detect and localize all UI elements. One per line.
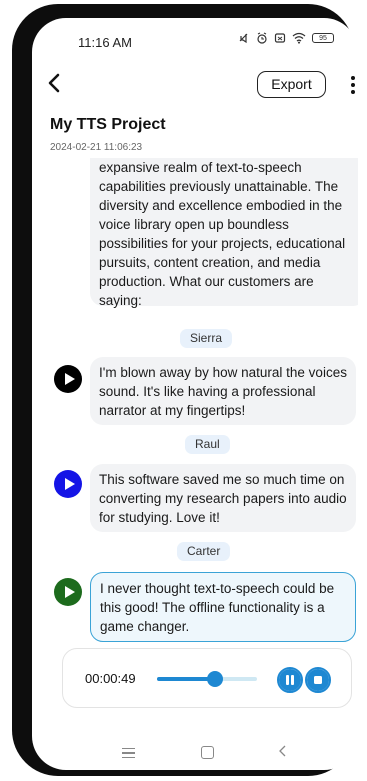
mute-icon bbox=[239, 33, 248, 44]
recents-icon[interactable] bbox=[122, 748, 135, 761]
alarm-icon bbox=[257, 32, 267, 44]
status-bar: 11:16 AM 95 bbox=[32, 18, 358, 58]
play-icon[interactable] bbox=[54, 365, 82, 393]
phone-frame: 11:16 AM 95 Export My TTS Project 2024-0… bbox=[12, 4, 358, 776]
status-icons: 95 bbox=[238, 32, 334, 44]
play-icon[interactable] bbox=[54, 470, 82, 498]
export-button[interactable]: Export bbox=[257, 71, 326, 98]
speaker-label: Raul bbox=[185, 435, 230, 454]
back-arrow-icon[interactable] bbox=[42, 70, 68, 96]
wifi-icon bbox=[292, 32, 306, 44]
home-icon[interactable] bbox=[201, 746, 214, 759]
elapsed-time: 00:00:49 bbox=[85, 671, 136, 686]
progress-slider[interactable] bbox=[157, 671, 257, 687]
more-options-icon[interactable] bbox=[345, 74, 358, 96]
speaker-label: Carter bbox=[177, 542, 231, 561]
slider-thumb[interactable] bbox=[207, 671, 223, 687]
pause-button[interactable] bbox=[277, 667, 303, 693]
play-icon[interactable] bbox=[54, 578, 82, 606]
message-bubble: I'm blown away by how natural the voices… bbox=[90, 357, 356, 425]
nav-back-icon[interactable] bbox=[278, 744, 288, 758]
battery-icon: 95 bbox=[312, 33, 334, 43]
project-date: 2024-02-21 11:06:23 bbox=[50, 142, 143, 153]
message-bubble: This software saved me so much time on c… bbox=[90, 464, 356, 532]
audio-player: 00:00:49 bbox=[62, 648, 352, 708]
project-title: My TTS Project bbox=[50, 116, 166, 133]
message-bubble: expansive realm of text-to-speech capabi… bbox=[90, 158, 358, 308]
system-nav-bar bbox=[32, 738, 358, 768]
speaker-label: Sierra bbox=[180, 329, 233, 348]
message-bubble-selected[interactable]: I never thought text-to-speech could be … bbox=[90, 572, 356, 642]
conversation-list[interactable]: expansive realm of text-to-speech capabi… bbox=[32, 158, 358, 650]
sim-icon bbox=[274, 33, 286, 43]
status-time: 11:16 AM bbox=[78, 35, 132, 50]
app-screen: 11:16 AM 95 Export My TTS Project 2024-0… bbox=[32, 18, 358, 770]
stop-button[interactable] bbox=[305, 667, 331, 693]
